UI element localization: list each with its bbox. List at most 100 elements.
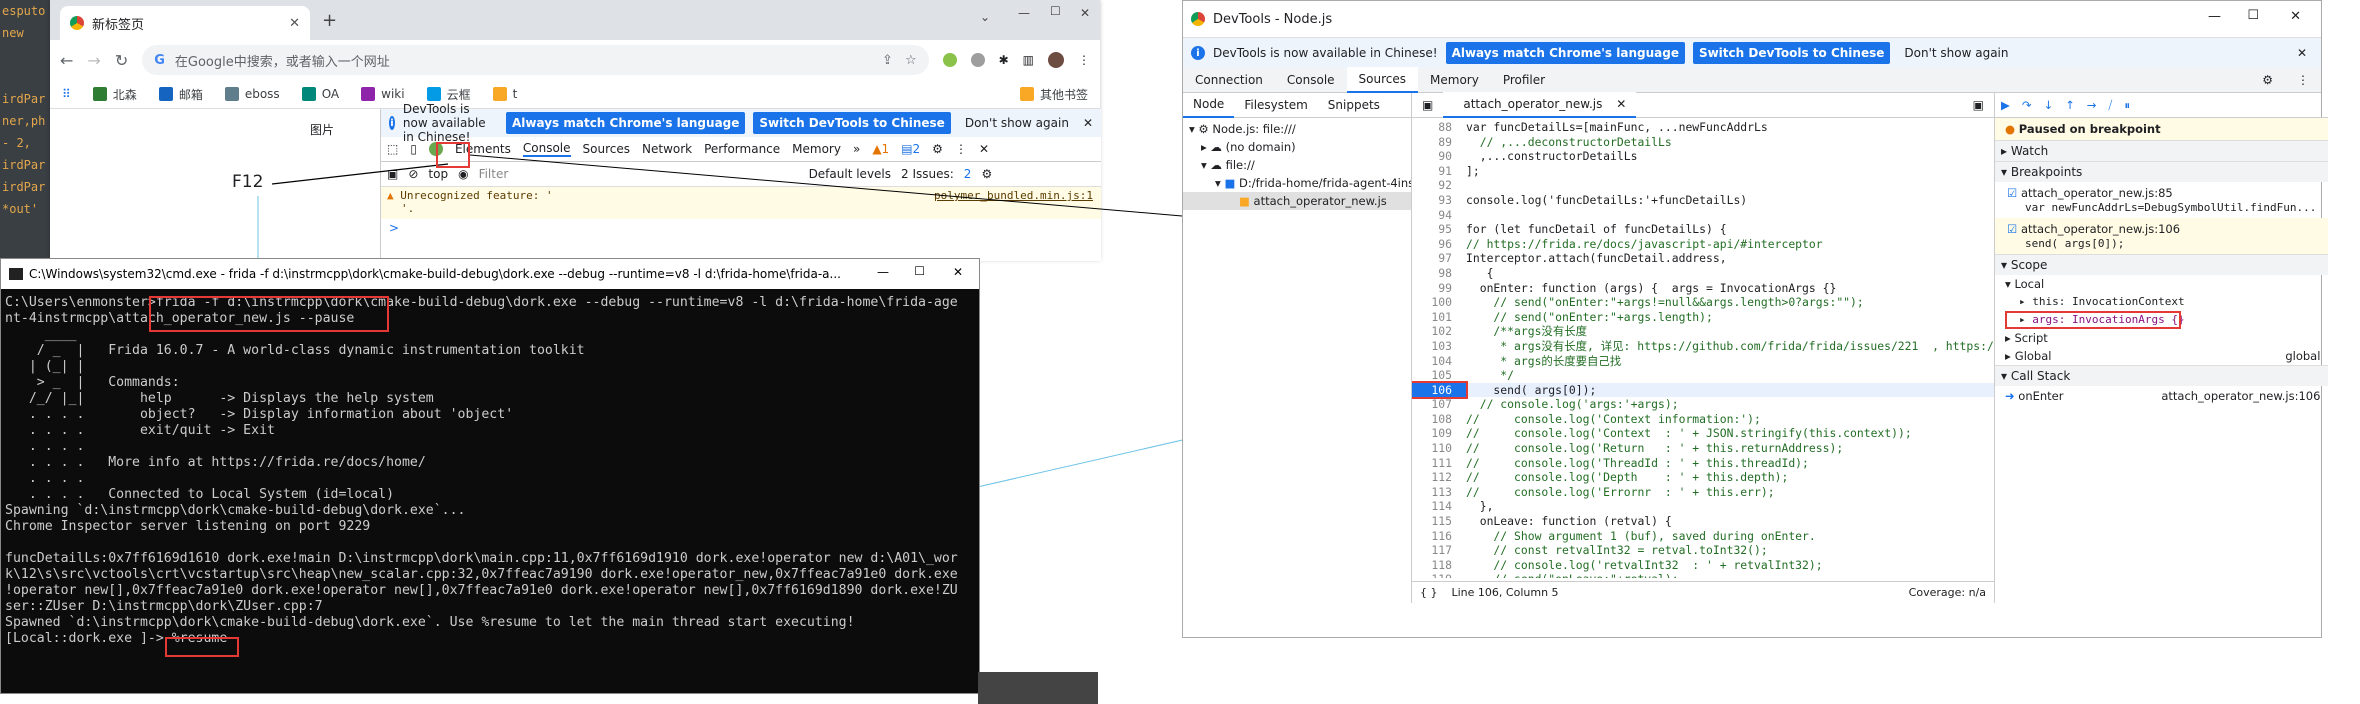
tab-sources[interactable]: Sources: [1346, 67, 1419, 93]
debugger-toolbar: ▶ ↷ ↓ ↑ → ⧸ ⏸: [1995, 93, 2329, 118]
toggle-debugger-icon[interactable]: ▣: [1963, 93, 1994, 117]
line-number[interactable]: 105: [1412, 368, 1466, 383]
tab-memory[interactable]: Memory: [1418, 68, 1491, 92]
tree-item[interactable]: ▾ ⚙ Node.js: file:///: [1183, 120, 1411, 138]
line-number[interactable]: 90: [1412, 149, 1466, 164]
line-number[interactable]: 103: [1412, 339, 1466, 354]
editor-status: { } Line 106, Column 5 Coverage: n/a: [1412, 581, 1994, 603]
code-line: 94: [1412, 208, 1994, 223]
editor-file-tab[interactable]: attach_operator_new.js ✕: [1443, 92, 1637, 118]
cmd-line: funcDetailLs:0x7ff6169d1610 dork.exe!mai…: [5, 551, 958, 566]
gear-icon[interactable]: ⚙: [2250, 68, 2285, 92]
step-out-icon[interactable]: ↑: [2065, 98, 2075, 112]
close-icon[interactable]: ✕: [2297, 46, 2307, 60]
scope-local[interactable]: ▾ Local: [1995, 275, 2328, 293]
line-number[interactable]: 108: [1412, 412, 1466, 427]
breakpoints-header[interactable]: ▾ Breakpoints: [1995, 161, 2329, 182]
close-window-icon[interactable]: ✕: [2290, 9, 2301, 24]
cmd-line: > _ | Commands:: [5, 375, 180, 390]
scope-global[interactable]: ▸ Global global: [1995, 347, 2328, 365]
line-number[interactable]: 109: [1412, 426, 1466, 441]
menu-icon[interactable]: ⋮: [2285, 68, 2321, 92]
tree-item[interactable]: ▾ ☁ file://: [1183, 156, 1411, 174]
line-number[interactable]: 96: [1412, 237, 1466, 252]
scope-header[interactable]: ▾ Scope: [1995, 254, 2329, 275]
tab-connection[interactable]: Connection: [1183, 68, 1275, 92]
minimize-icon[interactable]: —: [877, 265, 889, 279]
always-match-button[interactable]: Always match Chrome's language: [1445, 42, 1685, 64]
line-number[interactable]: 88: [1412, 120, 1466, 135]
code-text: },: [1466, 499, 1494, 514]
line-number[interactable]: 107: [1412, 397, 1466, 412]
format-icon[interactable]: { }: [1420, 586, 1438, 599]
f12-label: F12: [232, 172, 264, 192]
line-number[interactable]: 117: [1412, 543, 1466, 558]
code-line: 104 * args的长度要自己找: [1412, 354, 1994, 369]
tree-item-label: Node.js: file:///: [1212, 122, 1296, 136]
line-number[interactable]: 98: [1412, 266, 1466, 281]
toggle-navigator-icon[interactable]: ▣: [1412, 93, 1443, 117]
line-number[interactable]: 93: [1412, 193, 1466, 208]
tab-snippets[interactable]: Snippets: [1318, 93, 1390, 117]
code-text: // console.log('Context information:');: [1466, 411, 1761, 426]
callstack-header[interactable]: ▾ Call Stack: [1995, 365, 2329, 386]
tab-node[interactable]: Node: [1183, 92, 1235, 118]
line-number[interactable]: 106: [1412, 380, 1468, 400]
scope-this[interactable]: ▸ this: InvocationContext: [1995, 293, 2328, 311]
breakpoint-item[interactable]: ☑ attach_operator_new.js:85 var newFuncA…: [1995, 182, 2328, 218]
code-line: 113// console.log('Errornr : ' + this.er…: [1412, 485, 1994, 500]
line-number[interactable]: 119: [1412, 572, 1466, 578]
code-text: onEnter: function (args) { args = Invoca…: [1466, 280, 1837, 295]
dont-show-button[interactable]: Don't show again: [1898, 42, 2014, 64]
deactivate-breakpoints-icon[interactable]: ⧸: [2108, 98, 2112, 113]
switch-chinese-button[interactable]: Switch DevTools to Chinese: [1692, 42, 1891, 64]
line-number[interactable]: 113: [1412, 485, 1466, 500]
line-number[interactable]: 92: [1412, 178, 1466, 193]
scope-args[interactable]: ▸ args: InvocationArgs {}: [1995, 311, 2328, 329]
line-number[interactable]: 91: [1412, 164, 1466, 179]
line-number[interactable]: 114: [1412, 499, 1466, 514]
minimize-icon[interactable]: —: [2208, 9, 2221, 24]
watch-header[interactable]: ▸ Watch: [1995, 140, 2329, 161]
tree-item-selected[interactable]: ■ attach_operator_new.js: [1183, 192, 1411, 210]
frame-location[interactable]: attach_operator_new.js:106: [2161, 386, 2320, 406]
maximize-icon[interactable]: ☐: [914, 264, 925, 278]
line-number[interactable]: 112: [1412, 470, 1466, 485]
code-text: send( args[0]);: [1466, 382, 1597, 397]
debugger-sidebar: ▶ ↷ ↓ ↑ → ⧸ ⏸ ● Paused on breakpoint ▸ W…: [1995, 93, 2329, 603]
close-window-icon[interactable]: ✕: [953, 265, 963, 279]
maximize-icon[interactable]: ☐: [2247, 8, 2259, 23]
code-line: 96// https://frida.re/docs/javascript-ap…: [1412, 237, 1994, 252]
step-into-icon[interactable]: ↓: [2044, 98, 2054, 112]
line-number[interactable]: 99: [1412, 281, 1466, 296]
tree-item[interactable]: ▾ ■ D:/frida-home/frida-agent-4ins: [1183, 174, 1411, 192]
breakpoint-item[interactable]: ☑ attach_operator_new.js:106 send( args[…: [1995, 218, 2329, 254]
tree-item[interactable]: ▸ ☁ (no domain): [1183, 138, 1411, 156]
line-number[interactable]: 97: [1412, 251, 1466, 266]
checkbox[interactable]: ☑: [2007, 222, 2017, 236]
tree-item-label: file://: [1225, 158, 1255, 172]
line-number[interactable]: 102: [1412, 324, 1466, 339]
line-number[interactable]: 118: [1412, 558, 1466, 573]
line-number[interactable]: 104: [1412, 354, 1466, 369]
frame-function: onEnter: [2018, 389, 2064, 403]
scope-script[interactable]: ▸ Script: [1995, 329, 2328, 347]
line-number[interactable]: 116: [1412, 529, 1466, 544]
line-number[interactable]: 111: [1412, 456, 1466, 471]
resume-icon[interactable]: ▶: [2001, 98, 2010, 112]
line-number[interactable]: 95: [1412, 222, 1466, 237]
step-over-icon[interactable]: ↷: [2022, 98, 2032, 112]
pause-exceptions-icon[interactable]: ⏸: [2124, 98, 2130, 113]
tab-console[interactable]: Console: [1275, 68, 1347, 92]
line-number[interactable]: 101: [1412, 310, 1466, 325]
line-number[interactable]: 110: [1412, 441, 1466, 456]
line-number[interactable]: 100: [1412, 295, 1466, 310]
checkbox[interactable]: ☑: [2007, 186, 2017, 200]
callstack-frame[interactable]: ➜ onEnter attach_operator_new.js:106: [1995, 386, 2328, 406]
step-icon[interactable]: →: [2087, 98, 2097, 112]
tab-profiler[interactable]: Profiler: [1491, 68, 1557, 92]
line-number[interactable]: 89: [1412, 135, 1466, 150]
line-number[interactable]: 115: [1412, 514, 1466, 529]
tab-filesystem[interactable]: Filesystem: [1234, 93, 1317, 117]
line-number[interactable]: 94: [1412, 208, 1466, 223]
